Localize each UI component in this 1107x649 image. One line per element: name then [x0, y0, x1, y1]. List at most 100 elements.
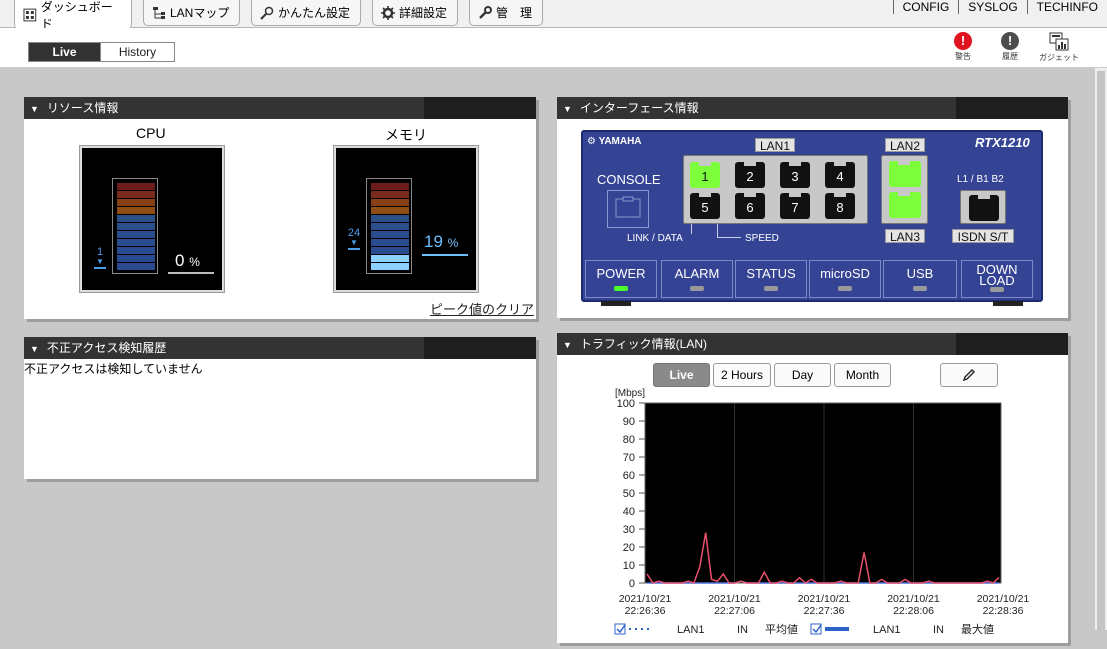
- syslog-link[interactable]: SYSLOG: [958, 0, 1026, 14]
- tab-label: 詳細設定: [399, 6, 448, 20]
- level-segment: [371, 215, 409, 222]
- level-segment: [117, 191, 155, 198]
- level-segment: [371, 199, 409, 206]
- lan1-port-2[interactable]: 2: [735, 161, 765, 188]
- techinfo-link[interactable]: TECHINFO: [1026, 0, 1107, 14]
- resource-header[interactable]: ▼ リソース情報: [24, 97, 536, 119]
- led-label: DOWN LOAD: [976, 262, 1018, 288]
- level-segment: [117, 199, 155, 206]
- warning-label: 警告: [955, 52, 971, 61]
- dashboard-icon: [23, 8, 37, 21]
- scrollbar-thumb[interactable]: [1097, 71, 1105, 631]
- gadget-tool[interactable]: ガジェット: [1036, 32, 1082, 63]
- traffic-title: トラフィック情報(LAN): [579, 337, 708, 351]
- isdn-port[interactable]: [969, 194, 999, 221]
- traffic-header[interactable]: ▼ トラフィック情報(LAN): [557, 333, 1068, 355]
- vertical-scrollbar[interactable]: [1095, 68, 1107, 631]
- console-port-icon: [615, 196, 641, 218]
- wand-icon: [260, 6, 274, 20]
- yamaha-logo: ⚙ YAMAHA: [587, 136, 642, 147]
- lan1-port-7[interactable]: 7: [780, 192, 810, 219]
- lan1-port-3[interactable]: 3: [780, 161, 810, 188]
- warning-tool[interactable]: ! 警告: [943, 32, 983, 62]
- interface-header[interactable]: ▼ インターフェース情報: [557, 97, 1068, 119]
- live-button[interactable]: Live: [28, 42, 101, 62]
- y-tick-label: 80: [623, 434, 635, 446]
- memory-title: メモリ: [385, 127, 427, 143]
- router-front-panel: ⚙ YAMAHA RTX1210 CONSOLE LAN1 1 2 3 4 5 …: [581, 130, 1043, 306]
- y-tick-label: 10: [623, 560, 635, 572]
- legend-kind: 最大値: [961, 622, 994, 636]
- clear-peak-link[interactable]: ピーク値のクリア: [430, 299, 534, 318]
- top-nav: ダッシュボード LANマップ かんたん設定 詳細設定 管 理 CONFIG SY…: [0, 0, 1107, 31]
- tab-label: ダッシュボード: [40, 0, 113, 31]
- y-tick-label: 70: [623, 452, 635, 464]
- header-accent: [956, 333, 1068, 355]
- x-tick-label: 22:27:06: [714, 605, 755, 617]
- y-axis-label: [Mbps]: [615, 388, 645, 399]
- gear-icon: [381, 5, 395, 20]
- level-segment: [371, 223, 409, 230]
- level-segment: [371, 247, 409, 254]
- intrusion-header[interactable]: ▼ 不正アクセス検知履歴: [24, 337, 536, 359]
- tab-easy-setup[interactable]: かんたん設定: [251, 0, 361, 26]
- led-indicator: [764, 286, 778, 291]
- tab-advanced[interactable]: 詳細設定: [372, 0, 458, 26]
- collapse-triangle-icon: ▼: [563, 104, 572, 114]
- header-accent: [424, 97, 536, 119]
- memory-percent: 19 %: [424, 232, 458, 252]
- cpu-peak-marker: 1 ▼: [93, 246, 107, 269]
- tab-management[interactable]: 管 理: [469, 0, 543, 26]
- y-tick-label: 0: [629, 578, 635, 590]
- x-tick-label: 2021/10/21: [977, 593, 1030, 605]
- led-down-load: DOWN LOAD: [961, 260, 1033, 298]
- history-tool[interactable]: ! 履歴: [990, 32, 1030, 62]
- x-tick-label: 2021/10/21: [619, 593, 672, 605]
- lan1-port-4[interactable]: 4: [825, 161, 855, 188]
- led-indicator: [614, 286, 628, 291]
- isdn-port-frame: [960, 190, 1006, 224]
- device-foot: [601, 301, 631, 306]
- lan2-port[interactable]: [889, 160, 921, 187]
- top-links: CONFIG SYSLOG TECHINFO: [892, 0, 1107, 14]
- lan1-port-5[interactable]: 5: [690, 192, 720, 219]
- brand-text: YAMAHA: [598, 136, 642, 147]
- history-label: 履歴: [1002, 52, 1018, 61]
- lan1-port-6[interactable]: 6: [735, 192, 765, 219]
- x-tick-label: 22:28:06: [893, 605, 934, 617]
- tab-lanmap[interactable]: LANマップ: [143, 0, 240, 26]
- led-label: STATUS: [746, 266, 796, 281]
- lan1-port-1[interactable]: 1: [690, 161, 720, 188]
- led-label: POWER: [596, 266, 646, 281]
- level-segment: [117, 255, 155, 262]
- intrusion-title: 不正アクセス検知履歴: [46, 341, 167, 355]
- lan1-port-8[interactable]: 8: [825, 192, 855, 219]
- config-link[interactable]: CONFIG: [892, 0, 959, 14]
- console-port: [607, 190, 649, 228]
- legend-direction: IN: [737, 624, 748, 636]
- memory-peak-marker: 24 ▼: [345, 227, 363, 250]
- legend-label: LAN1: [873, 624, 901, 636]
- cpu-percent-unit: %: [189, 255, 200, 269]
- memory-level-bar: [366, 178, 412, 274]
- x-tick-label: 22:26:36: [625, 605, 666, 617]
- cpu-percent-line: [168, 272, 214, 274]
- history-button[interactable]: History: [101, 42, 175, 62]
- led-status: STATUS: [735, 260, 807, 298]
- y-tick-label: 90: [623, 416, 635, 428]
- y-tick-label: 40: [623, 506, 635, 518]
- level-segment: [371, 263, 409, 270]
- y-tick-label: 100: [617, 398, 635, 410]
- led-label: ALARM: [674, 266, 720, 281]
- tab-dashboard[interactable]: ダッシュボード: [14, 0, 132, 31]
- x-tick-label: 2021/10/21: [708, 593, 761, 605]
- level-segment: [371, 183, 409, 190]
- resource-title: リソース情報: [46, 101, 119, 115]
- lan3-port[interactable]: [889, 191, 921, 218]
- lan1-switch-ports: 1 2 3 4 5 6 7 8: [683, 155, 868, 224]
- collapse-triangle-icon: ▼: [30, 104, 39, 114]
- model-name: RTX1210: [975, 135, 1030, 150]
- link-data-line: [691, 224, 692, 234]
- cpu-percent: 0 %: [175, 251, 200, 271]
- lan3-label: LAN3: [885, 229, 925, 244]
